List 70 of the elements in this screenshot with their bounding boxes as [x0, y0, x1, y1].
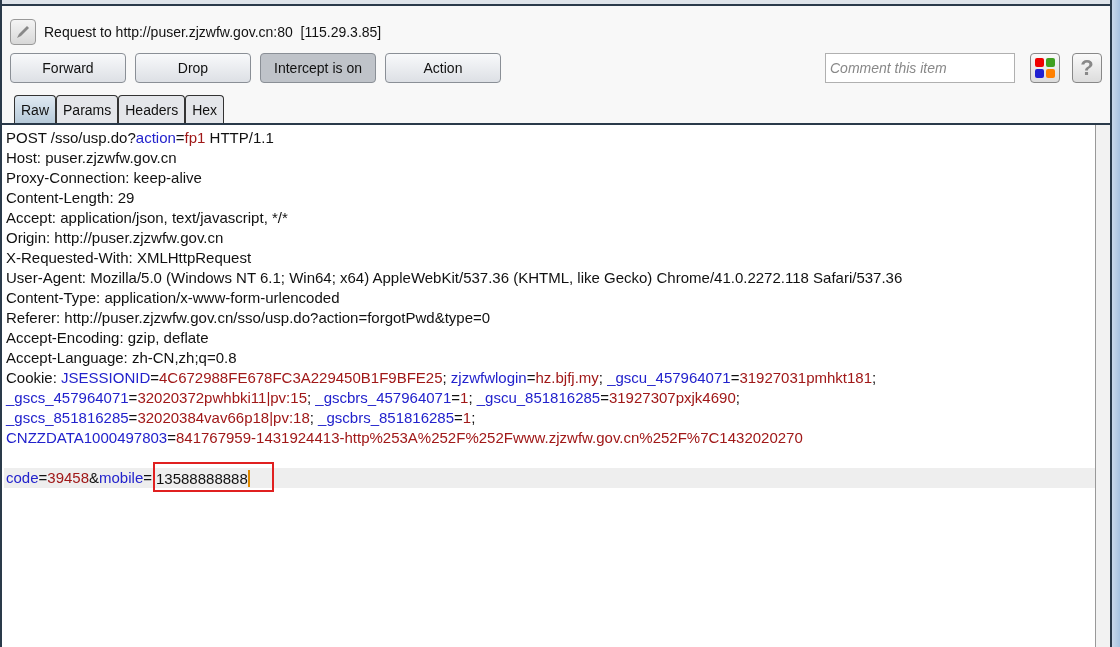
- view-tab[interactable]: Params: [56, 95, 119, 123]
- param-value: 32020372pwhbki11|pv:15: [137, 389, 307, 406]
- request-text: ;: [735, 389, 740, 406]
- request-text: =: [600, 389, 609, 406]
- request-text: ;: [309, 409, 315, 426]
- request-text: =: [175, 129, 185, 146]
- request-text: Content-Length: 29: [6, 189, 135, 206]
- comment-field[interactable]: Comment this item: [825, 53, 1015, 83]
- request-text: ;: [306, 389, 313, 406]
- request-text: ;: [598, 369, 604, 386]
- scrollbar[interactable]: [1096, 125, 1110, 647]
- highlighted-value: 13588888888: [153, 462, 274, 492]
- request-text: =: [128, 389, 138, 406]
- request-title: Request to http://puser.zjzwfw.gov.cn:80 [115.29.3.85]: [44, 24, 382, 40]
- request-text: &: [89, 469, 100, 486]
- param-value: hz.bjfj.my: [535, 369, 599, 386]
- view-tab[interactable]: Headers: [118, 95, 186, 123]
- toolbar-button[interactable]: Forward: [10, 53, 126, 83]
- param-name: JSESSIONID: [61, 369, 151, 386]
- param-name: mobile: [99, 469, 144, 486]
- request-text: Proxy-Connection: keep-alive: [6, 169, 202, 186]
- param-name: _gscbrs_457964071: [315, 389, 452, 406]
- param-name: CNZZDATA1000497803: [6, 429, 168, 446]
- pencil-icon: [10, 19, 36, 45]
- request-text: ;: [471, 409, 476, 426]
- request-text: ;: [872, 369, 877, 386]
- request-text: HTTP/1.1: [208, 129, 274, 146]
- request-text: POST /sso/usp.do?: [6, 129, 136, 146]
- request-text: Accept-Language: zh-CN,zh;q=0.8: [6, 349, 237, 366]
- request-text: =: [526, 369, 536, 386]
- request-text: Cookie:: [6, 369, 58, 386]
- request-text: ;: [442, 369, 448, 386]
- toolbar-button[interactable]: Intercept is on: [260, 53, 376, 83]
- request-text: Content-Type: application/x-www-form-urlencoded: [6, 289, 340, 306]
- request-text: =: [454, 409, 463, 426]
- view-tab[interactable]: Hex: [185, 95, 225, 123]
- param-value: 39458: [47, 469, 89, 486]
- param-name: _gscu_457964071: [607, 369, 731, 386]
- param-value: 841767959-1431924413-http%253A%252F%252Fwww.zjzwfw.gov.cn%252F%7C1432020270: [175, 429, 803, 446]
- request-text: =: [451, 389, 461, 406]
- view-tab[interactable]: Raw: [14, 95, 56, 123]
- request-text: =: [38, 469, 48, 486]
- param-value: fp1: [184, 129, 206, 146]
- param-value: 32020384vav66p18|pv:18: [137, 409, 310, 426]
- toolbar-button[interactable]: Action: [385, 53, 501, 83]
- request-text: =: [167, 429, 176, 446]
- param-name: zjzwfwlogin: [450, 369, 527, 386]
- request-text: Accept-Encoding: gzip, deflate: [6, 329, 209, 346]
- request-text: Accept: application/json, text/javascript, */*: [6, 209, 288, 226]
- request-text: Origin: http://puser.zjzwfw.gov.cn: [6, 229, 224, 246]
- param-name: _gscs_457964071: [6, 389, 129, 406]
- request-text: X-Requested-With: XMLHttpRequest: [6, 249, 252, 266]
- request-text: Host: puser.zjzwfw.gov.cn: [6, 149, 177, 166]
- request-text: =: [730, 369, 740, 386]
- request-text: =: [143, 469, 152, 486]
- param-name: _gscbrs_851816285: [318, 409, 455, 426]
- param-name: action: [135, 129, 176, 146]
- param-value: 4C672988FE678FC3A229450B1F9BFE25: [159, 369, 443, 386]
- param-value: 31927307pxjk4690: [608, 389, 736, 406]
- color-grid-icon[interactable]: [1030, 53, 1060, 83]
- request-text: User-Agent: Mozilla/5.0 (Windows NT 6.1; Win64; x64) AppleWebKit/537.36 (KHTML, like Gecko) Chrome/41.0.2272.118 Safari/537.36: [6, 269, 903, 286]
- param-value: 1: [460, 389, 469, 406]
- param-name: _gscs_851816285: [6, 409, 129, 426]
- param-name: _gscu_851816285: [476, 389, 601, 406]
- param-name: code: [6, 469, 39, 486]
- request-text: =: [128, 409, 138, 426]
- request-text: ;: [468, 389, 474, 406]
- request-text: Referer: http://puser.zjzwfw.gov.cn/sso/usp.do?action=forgotPwd&type=0: [6, 309, 491, 326]
- toolbar-button[interactable]: Drop: [135, 53, 251, 83]
- request-text: =: [150, 369, 159, 386]
